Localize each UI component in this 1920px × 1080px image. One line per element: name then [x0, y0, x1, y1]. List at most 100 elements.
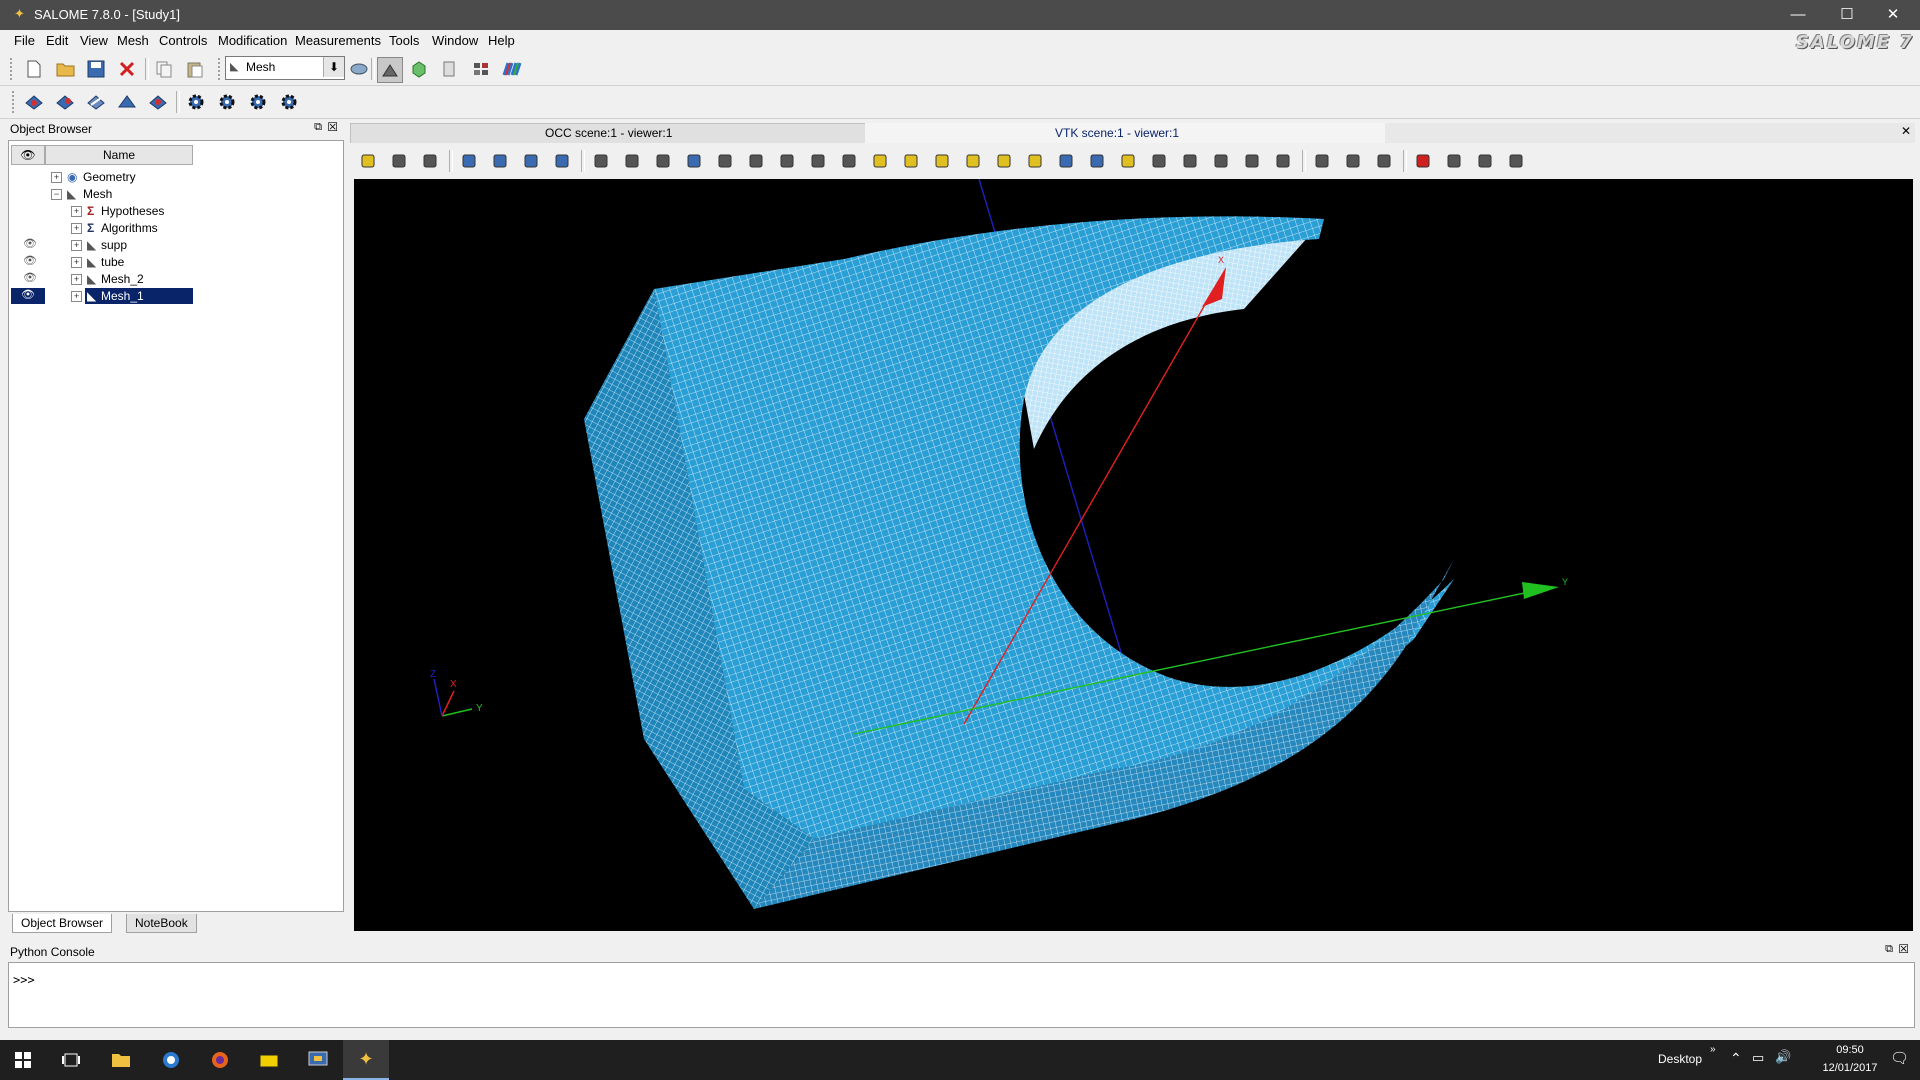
menu-mesh[interactable]: Mesh	[117, 33, 149, 48]
network-icon[interactable]: ▭	[1752, 1050, 1764, 1066]
clock-time[interactable]: 09:50	[1820, 1044, 1880, 1056]
save-icon[interactable]	[84, 57, 108, 81]
menu-modification[interactable]: Modification	[218, 33, 287, 48]
close-document-icon[interactable]	[115, 57, 139, 81]
toolbar-grip[interactable]	[218, 58, 224, 80]
tree-item-mesh-1[interactable]: + ◣ Mesh_1	[71, 288, 193, 304]
activate-module-icon[interactable]	[347, 57, 371, 81]
highlight-select-icon[interactable]	[550, 149, 574, 173]
rotate-clockwise-icon[interactable]	[1085, 149, 1109, 173]
reset-view-icon[interactable]	[1116, 149, 1140, 173]
desktop-toolbar-label[interactable]: Desktop	[1658, 1052, 1702, 1066]
new-document-icon[interactable]	[22, 57, 46, 81]
interaction-style-icon[interactable]	[387, 149, 411, 173]
mesh-order-gear-icon[interactable]	[277, 90, 301, 114]
menu-window[interactable]: Window	[432, 33, 478, 48]
menu-measurements[interactable]: Measurements	[295, 33, 381, 48]
yacs-module-icon[interactable]	[500, 57, 524, 81]
top-view-icon[interactable]	[930, 149, 954, 173]
splitter-vertical[interactable]	[346, 120, 349, 935]
toolbar-expand-icon[interactable]: »	[1710, 1044, 1716, 1055]
circle-select-icon[interactable]	[519, 149, 543, 173]
tree-item-tube[interactable]: + ◣ tube	[71, 254, 211, 270]
dump-view-icon[interactable]	[356, 149, 380, 173]
file-manager-icon[interactable]	[246, 1040, 292, 1080]
module-selector[interactable]: ◣ Mesh ⬇	[225, 56, 345, 80]
global-pan-icon[interactable]	[775, 149, 799, 173]
chevron-up-icon[interactable]: ⌃	[1730, 1050, 1742, 1067]
tree-item-geometry[interactable]: + ◉ Geometry	[51, 169, 191, 185]
tab-notebook[interactable]: NoteBook	[126, 914, 197, 933]
clipping-icon[interactable]	[1209, 149, 1233, 173]
create-mesh-icon[interactable]	[22, 90, 46, 114]
pan-icon[interactable]	[744, 149, 768, 173]
tree-item-supp[interactable]: + ◣ supp	[71, 237, 211, 253]
menu-edit[interactable]: Edit	[46, 33, 68, 48]
bottom-view-icon[interactable]	[961, 149, 985, 173]
preview-gear-icon[interactable]	[215, 90, 239, 114]
play-icon[interactable]	[1442, 149, 1466, 173]
name-column-header[interactable]: Name	[45, 145, 193, 165]
stop-icon[interactable]	[1504, 149, 1528, 173]
copy-icon[interactable]	[152, 57, 176, 81]
polygon-select-icon[interactable]	[488, 149, 512, 173]
task-view-icon[interactable]	[48, 1040, 94, 1080]
tab-vtk-viewer[interactable]: VTK scene:1 - viewer:1	[1055, 126, 1179, 140]
geometry-module-icon[interactable]	[407, 57, 431, 81]
vtk-3d-viewport[interactable]: Y X Z X Y	[354, 179, 1913, 931]
tree-item-hypotheses[interactable]: + Σ Hypotheses	[71, 203, 211, 219]
expand-icon[interactable]: +	[71, 240, 82, 251]
expand-icon[interactable]: +	[71, 223, 82, 234]
visibility-eye-icon[interactable]: 👁	[23, 237, 37, 250]
open-folder-icon[interactable]	[54, 57, 78, 81]
fit-area-icon[interactable]	[651, 149, 675, 173]
float-panel-icon[interactable]: ⧉	[1885, 943, 1893, 956]
expand-icon[interactable]: +	[71, 291, 82, 302]
close-panel-icon[interactable]: ☒	[1898, 942, 1909, 956]
volume-icon[interactable]: 🔊	[1775, 1049, 1791, 1065]
object-browser-tree[interactable]: 👁 Name + ◉ Geometry − ◣ Mesh + Σ Hypothe…	[8, 140, 344, 935]
menu-view[interactable]: View	[80, 33, 108, 48]
compute-gear-icon[interactable]	[184, 90, 208, 114]
spacemouse-icon[interactable]	[1240, 149, 1264, 173]
graduated-axes-icon[interactable]	[1178, 149, 1202, 173]
file-explorer-icon[interactable]	[98, 1040, 144, 1080]
perspective-mode-icon[interactable]	[1341, 149, 1365, 173]
fit-all-icon[interactable]	[620, 149, 644, 173]
synchronize-icon[interactable]	[1372, 149, 1396, 173]
remote-desktop-icon[interactable]	[295, 1040, 341, 1080]
tab-occ-viewer[interactable]: OCC scene:1 - viewer:1	[545, 126, 672, 140]
rotate-counterclockwise-icon[interactable]	[1054, 149, 1078, 173]
splitter-horizontal[interactable]	[0, 933, 1920, 941]
tab-object-browser[interactable]: Object Browser	[12, 914, 113, 933]
firefox-icon[interactable]	[197, 1040, 243, 1080]
back-view-icon[interactable]	[899, 149, 923, 173]
visibility-column-header[interactable]: 👁	[11, 145, 45, 165]
close-view-icon[interactable]: ✕	[1901, 124, 1911, 138]
expand-icon[interactable]: +	[71, 257, 82, 268]
python-console[interactable]: >>>	[8, 962, 1915, 1028]
tree-item-mesh[interactable]: − ◣ Mesh	[51, 186, 191, 202]
close-window-button[interactable]: ✕	[1870, 0, 1916, 30]
evaluate-gear-icon[interactable]	[246, 90, 270, 114]
paravis-module-icon[interactable]	[469, 57, 493, 81]
record-icon[interactable]	[1411, 149, 1435, 173]
rectangle-select-icon[interactable]	[457, 149, 481, 173]
menu-tools[interactable]: Tools	[389, 33, 419, 48]
float-panel-icon[interactable]: ⧉	[314, 121, 322, 134]
tree-item-mesh-2[interactable]: + ◣ Mesh_2	[71, 271, 211, 287]
expand-icon[interactable]: +	[71, 206, 82, 217]
close-panel-icon[interactable]: ☒	[327, 120, 338, 134]
zooming-style-icon[interactable]	[418, 149, 442, 173]
toolbar-grip[interactable]	[10, 58, 16, 80]
shaper-module-icon[interactable]	[437, 57, 461, 81]
minimize-button[interactable]: —	[1775, 0, 1821, 30]
create-submesh-icon[interactable]	[53, 90, 77, 114]
fit-selection-icon[interactable]	[682, 149, 706, 173]
maximize-button[interactable]: ☐	[1824, 0, 1870, 30]
zoom-icon[interactable]	[713, 149, 737, 173]
visibility-eye-icon[interactable]: 👁	[11, 288, 45, 304]
rotation-point-icon[interactable]	[806, 149, 830, 173]
windows-start-icon[interactable]	[0, 1040, 46, 1080]
pause-icon[interactable]	[1473, 149, 1497, 173]
